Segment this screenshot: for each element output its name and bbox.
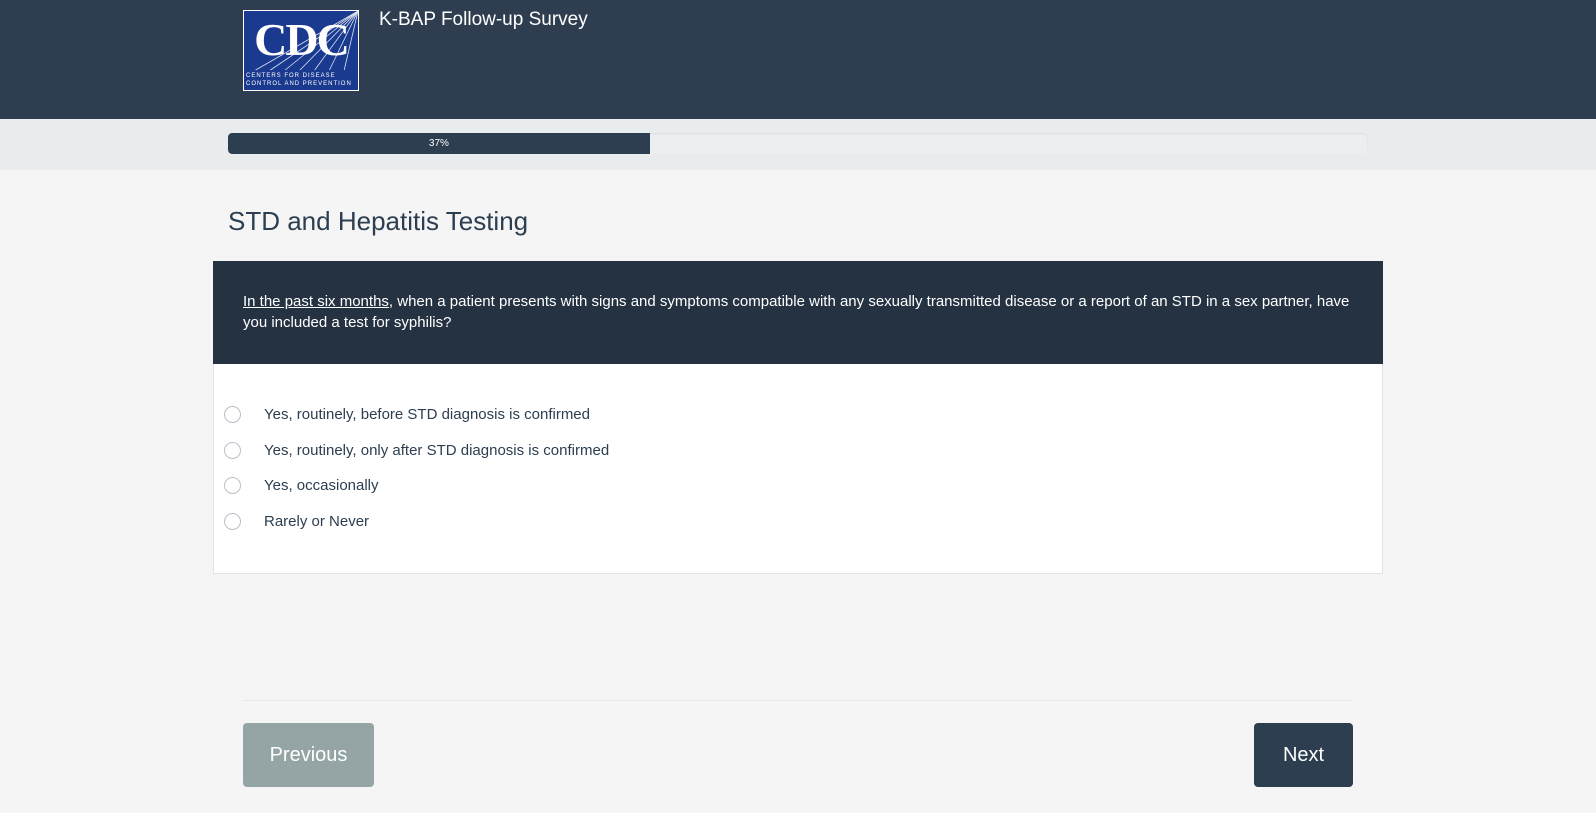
answer-option-label[interactable]: Yes, routinely, before STD diagnosis is … xyxy=(264,406,590,423)
logo-text: CDC xyxy=(254,14,350,65)
radio-button[interactable] xyxy=(224,406,241,424)
progress-strip: 37% xyxy=(0,119,1596,170)
previous-button[interactable]: Previous xyxy=(243,723,374,787)
question-panel: In the past six months, when a patient p… xyxy=(213,261,1383,574)
answer-option-label[interactable]: Yes, routinely, only after STD diagnosis… xyxy=(264,442,609,459)
answer-option[interactable]: Rarely or Never xyxy=(214,504,1382,540)
answer-options: Yes, routinely, before STD diagnosis is … xyxy=(214,397,1382,539)
cdc-logo: CDC Centers for Disease Control and Prev… xyxy=(243,10,359,91)
answer-option-label[interactable]: Yes, occasionally xyxy=(264,477,379,494)
site-header: CDC Centers for Disease Control and Prev… xyxy=(0,0,1596,119)
section-title: STD and Hepatitis Testing xyxy=(228,206,529,236)
logo-subtext: Centers for Disease Control and Preventi… xyxy=(244,70,358,90)
radio-button[interactable] xyxy=(224,441,241,459)
radio-button[interactable] xyxy=(224,477,241,495)
next-button[interactable]: Next xyxy=(1254,723,1353,787)
answer-option[interactable]: Yes, routinely, only after STD diagnosis… xyxy=(214,433,1382,469)
footer-divider xyxy=(243,700,1353,701)
progress-fill: 37% xyxy=(228,133,650,154)
answer-option[interactable]: Yes, occasionally xyxy=(214,468,1382,504)
question-body: , when a patient presents with signs and… xyxy=(243,293,1350,331)
answer-option-label[interactable]: Rarely or Never xyxy=(264,513,369,530)
radio-button[interactable] xyxy=(224,512,241,530)
question-text: In the past six months, when a patient p… xyxy=(213,261,1383,364)
logo-emblem: CDC Centers for Disease Control and Prev… xyxy=(244,11,358,90)
progress-bar: 37% xyxy=(228,133,1368,154)
answer-option[interactable]: Yes, routinely, before STD diagnosis is … xyxy=(214,397,1382,433)
question-emphasis: In the past six months xyxy=(243,293,389,310)
survey-title: K-BAP Follow-up Survey xyxy=(379,9,588,30)
